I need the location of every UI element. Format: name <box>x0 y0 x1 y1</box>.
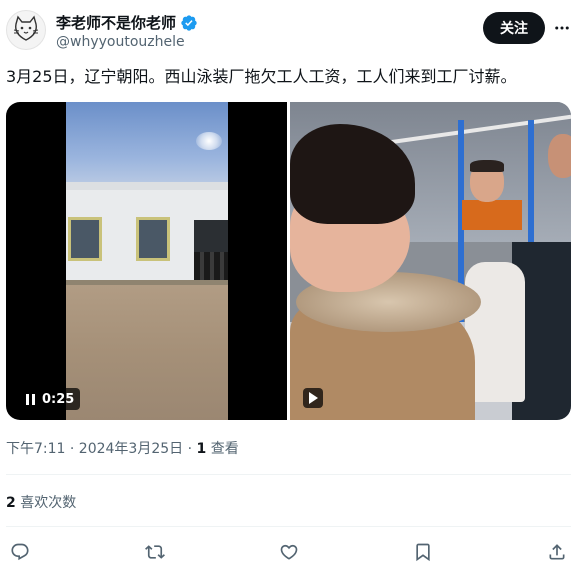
video-player-right[interactable] <box>290 102 571 420</box>
video-duration: 0:25 <box>42 391 75 407</box>
divider <box>6 474 571 475</box>
media-grid: 0:25 <box>6 102 571 420</box>
tweet-meta: 下午7:11 · 2024年3月25日 · 1 查看 <box>6 438 239 458</box>
action-bar <box>0 540 586 564</box>
tweet-text: 3月25日，辽宁朝阳。西山泳装厂拖欠工人工资，工人们来到工厂讨薪。 <box>6 67 517 86</box>
heart-icon[interactable] <box>277 540 301 564</box>
video-frame-factory <box>66 102 228 420</box>
cat-doodle-icon <box>13 15 39 41</box>
play-icon[interactable] <box>303 388 323 408</box>
likes-stat[interactable]: 2 喜欢次数 <box>6 492 76 512</box>
reply-icon[interactable] <box>8 540 32 564</box>
views-count: 1 <box>196 441 207 457</box>
divider <box>6 526 571 527</box>
author-display-name[interactable]: 李老师不是你老师 <box>56 12 176 33</box>
verified-badge-icon <box>181 14 197 31</box>
likes-count: 2 <box>6 495 16 511</box>
video-duration-badge[interactable]: 0:25 <box>20 388 81 410</box>
video-player-left[interactable]: 0:25 <box>6 102 287 420</box>
bookmark-icon[interactable] <box>411 540 435 564</box>
timestamp[interactable]: 下午7:11 · 2024年3月25日 · <box>6 441 197 457</box>
views-label: 查看 <box>206 441 239 457</box>
avatar[interactable] <box>6 10 46 50</box>
likes-label: 喜欢次数 <box>15 495 77 511</box>
author-handle[interactable]: @whyyoutouzhele <box>56 34 185 50</box>
pause-icon <box>26 393 36 405</box>
share-icon[interactable] <box>545 540 569 564</box>
follow-button[interactable]: 关注 <box>483 12 545 44</box>
repost-icon[interactable] <box>143 540 167 564</box>
more-options-icon[interactable] <box>550 16 574 40</box>
